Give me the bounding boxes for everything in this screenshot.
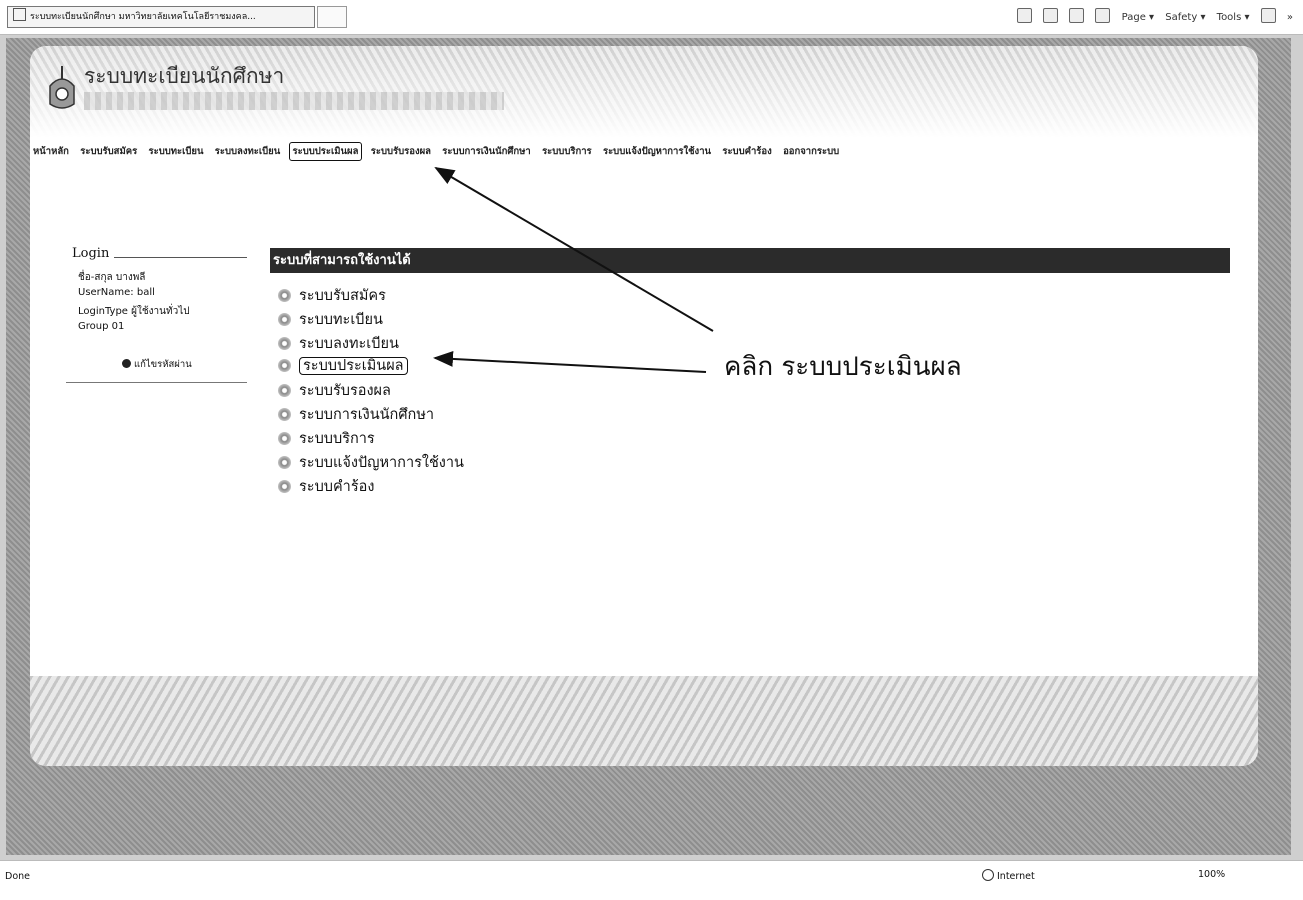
nav-petitions[interactable]: ระบบคำร้อง (719, 143, 774, 160)
system-label: ระบบรับรองผล (299, 383, 391, 399)
new-tab-button[interactable] (317, 6, 347, 28)
site-footer-graphic (30, 676, 1258, 766)
arrow-to-list (433, 350, 707, 373)
system-link-enrollment[interactable]: ระบบลงทะเบียน (278, 332, 399, 354)
gear-icon (278, 384, 291, 397)
system-link-certification[interactable]: ระบบรับรองผล (278, 379, 391, 401)
system-label: ระบบแจ้งปัญหาการใช้งาน (299, 455, 464, 471)
available-systems-header: ระบบที่สามารถใช้งานได้ (270, 248, 1230, 273)
login-panel: Login ชื่อ-สกุล บางพลี UserName: ball Lo… (62, 246, 247, 386)
tools-menu[interactable]: Tools ▾ (1217, 12, 1250, 23)
feeds-icon[interactable] (1043, 8, 1059, 23)
login-divider (114, 257, 247, 258)
nav-student-finance[interactable]: ระบบการเงินนักศึกษา (439, 143, 533, 160)
system-label: ระบบทะเบียน (299, 312, 383, 328)
login-group: Group 01 (78, 321, 125, 332)
nav-report-problem[interactable]: ระบบแจ้งปัญหาการใช้งาน (600, 143, 714, 160)
gear-icon (278, 432, 291, 445)
login-legend: Login (72, 246, 110, 261)
nav-services[interactable]: ระบบบริการ (539, 143, 595, 160)
system-link-services[interactable]: ระบบบริการ (278, 427, 375, 449)
browser-statusbar: Done Internet 100% (0, 860, 1303, 900)
system-link-report-problem[interactable]: ระบบแจ้งปัญหาการใช้งาน (278, 451, 464, 473)
system-label: ระบบลงทะเบียน (299, 336, 399, 352)
gear-icon (278, 337, 291, 350)
nav-evaluation[interactable]: ระบบประเมินผล (288, 142, 363, 161)
system-label: ระบบประเมินผล (299, 357, 408, 375)
nav-logout[interactable]: ออกจากระบบ (780, 143, 842, 160)
overflow-chevron-icon[interactable]: » (1287, 12, 1293, 23)
login-type: LoginType ผู้ใช้งานทั่วไป (78, 306, 190, 317)
system-label: ระบบคำร้อง (299, 479, 375, 495)
status-text: Done (5, 871, 30, 882)
gear-icon (278, 456, 291, 469)
edit-password-link[interactable]: แก้ไขรหัสผ่าน (122, 357, 192, 372)
command-bar: Page ▾ Safety ▾ Tools ▾ » (1009, 8, 1293, 23)
security-zone: Internet (982, 869, 1035, 882)
gear-icon (278, 313, 291, 326)
home-icon[interactable] (1016, 8, 1032, 23)
page-menu[interactable]: Page ▾ (1122, 12, 1154, 23)
login-fullname: ชื่อ-สกุล บางพลี (78, 272, 146, 283)
mail-icon[interactable] (1069, 8, 1085, 23)
system-label: ระบบบริการ (299, 431, 375, 447)
edit-bullet-icon (122, 359, 131, 368)
gear-icon (278, 359, 291, 372)
site-title: ระบบทะเบียนนักศึกษา (84, 64, 285, 88)
gear-icon (278, 408, 291, 421)
zoom-control[interactable]: 100% (1198, 869, 1225, 880)
page-favicon-icon (13, 8, 26, 21)
system-link-registry[interactable]: ระบบทะเบียน (278, 308, 383, 330)
nav-admission[interactable]: ระบบรับสมัคร (77, 143, 140, 160)
system-link-petitions[interactable]: ระบบคำร้อง (278, 475, 374, 497)
safety-menu[interactable]: Safety ▾ (1165, 12, 1205, 23)
login-bottom-divider (66, 382, 247, 383)
site-subtitle-graphic (84, 92, 504, 110)
system-link-admission[interactable]: ระบบรับสมัคร (278, 284, 386, 306)
edit-password-label: แก้ไขรหัสผ่าน (134, 359, 192, 370)
browser-tab[interactable]: ระบบทะเบียนนักศึกษา มหาวิทยาลัยเทคโนโลยี… (7, 6, 315, 28)
help-icon[interactable] (1260, 8, 1276, 23)
system-link-evaluation[interactable]: ระบบประเมินผล (278, 354, 408, 376)
system-label: ระบบรับสมัคร (299, 288, 386, 304)
content-frame: ระบบทะเบียนนักศึกษา หน้าหลัก ระบบรับสมัค… (6, 38, 1291, 855)
university-logo-icon (49, 66, 75, 109)
system-label: ระบบการเงินนักศึกษา (299, 407, 435, 423)
site-header: ระบบทะเบียนนักศึกษา (30, 46, 1258, 138)
zone-label: Internet (997, 871, 1035, 882)
gear-icon (278, 289, 291, 302)
nav-enrollment[interactable]: ระบบลงทะเบียน (212, 143, 283, 160)
web-page: ระบบทะเบียนนักศึกษา หน้าหลัก ระบบรับสมัค… (30, 46, 1258, 766)
nav-certification[interactable]: ระบบรับรองผล (368, 143, 434, 160)
system-link-student-finance[interactable]: ระบบการเงินนักศึกษา (278, 403, 434, 425)
login-username: UserName: ball (78, 287, 155, 298)
nav-home[interactable]: หน้าหลัก (30, 143, 72, 160)
gear-icon (278, 480, 291, 493)
top-navigation: หน้าหลัก ระบบรับสมัคร ระบบทะเบียน ระบบลง… (30, 142, 844, 161)
browser-toolbar: ระบบทะเบียนนักศึกษา มหาวิทยาลัยเทคโนโลยี… (0, 0, 1303, 35)
tab-title: ระบบทะเบียนนักศึกษา มหาวิทยาลัยเทคโนโลยี… (30, 12, 256, 22)
annotation-callout: คลิก ระบบประเมินผล (724, 352, 962, 382)
globe-icon (982, 869, 994, 881)
nav-registry[interactable]: ระบบทะเบียน (145, 143, 206, 160)
print-icon[interactable] (1095, 8, 1111, 23)
